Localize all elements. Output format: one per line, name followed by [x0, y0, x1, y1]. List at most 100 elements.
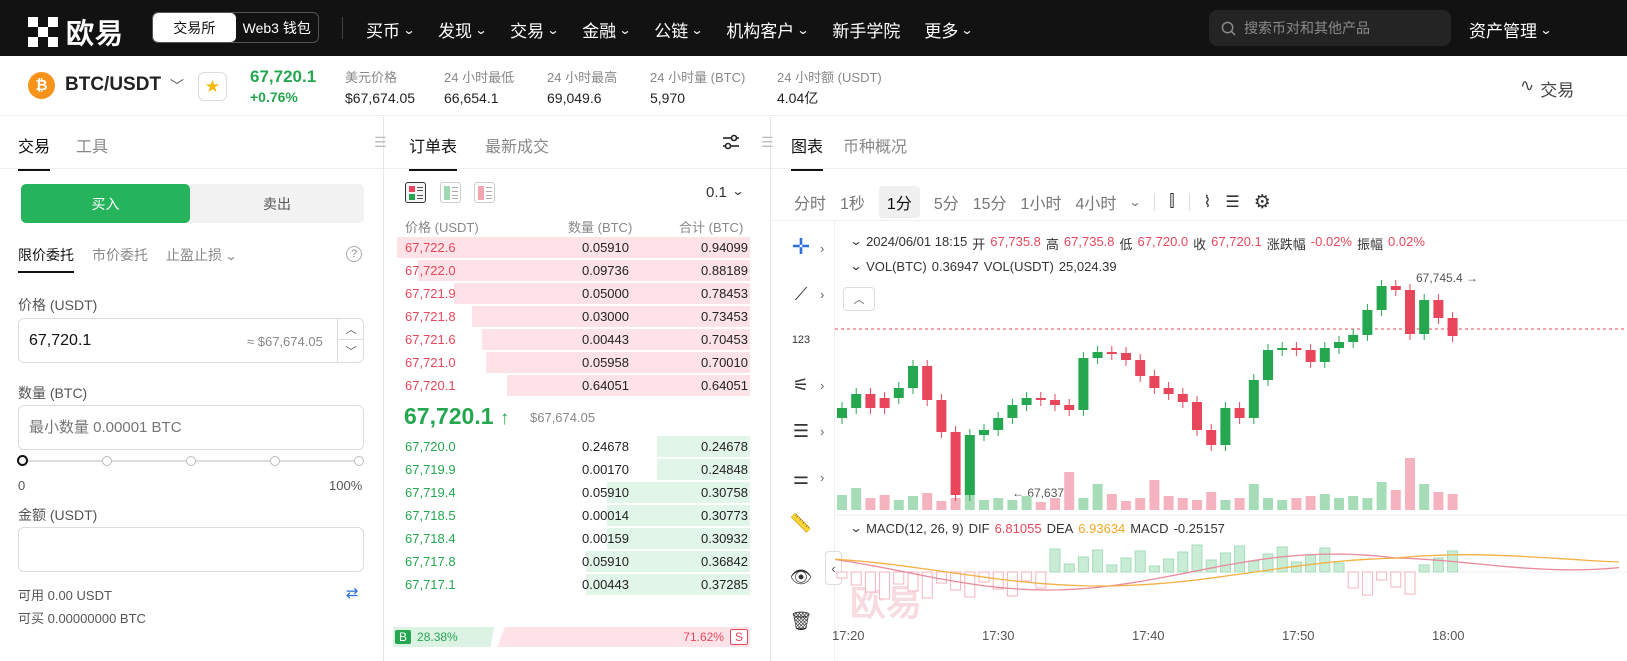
- tf-4h[interactable]: 4小时: [1075, 190, 1116, 214]
- view-bids-icon[interactable]: [440, 182, 461, 203]
- tab-coin-overview[interactable]: 币种概况: [843, 133, 907, 171]
- chevron-right-icon[interactable]: ›: [820, 378, 824, 393]
- transfer-icon[interactable]: ⇄: [346, 584, 359, 602]
- indicator-icon[interactable]: ⌇: [1204, 192, 1212, 212]
- ask-qty: 0.09736: [582, 263, 629, 278]
- fib-icon[interactable]: ⚟: [786, 370, 816, 400]
- nav-item-discover[interactable]: 发现 ⌄: [438, 17, 488, 42]
- candle-type-icon[interactable]: ⫿: [1169, 193, 1174, 211]
- layout-list-icon[interactable]: ☰: [1225, 192, 1239, 212]
- ask-row[interactable]: 67,720.1 0.64051 0.64051: [393, 374, 750, 397]
- buy-button[interactable]: 买入: [21, 184, 190, 223]
- chevron-right-icon[interactable]: ›: [820, 241, 824, 256]
- slider-stop[interactable]: [270, 456, 280, 466]
- sell-button[interactable]: 卖出: [190, 184, 364, 223]
- chart-settings-icon[interactable]: ⚙: [1254, 191, 1271, 214]
- chevron-down-icon[interactable]: ⌄: [849, 234, 862, 253]
- candlestick-chart[interactable]: [835, 270, 1627, 661]
- tab-tp-sl[interactable]: 止盈止损 ⌄: [166, 245, 237, 273]
- slider-stop[interactable]: [102, 456, 112, 466]
- drag-handle-icon[interactable]: ☰: [374, 134, 387, 151]
- tf-line[interactable]: 分时: [794, 190, 826, 214]
- assets-menu[interactable]: 资产管理 ⌄: [1469, 17, 1553, 42]
- price-input[interactable]: 67,720.1 ≈ $67,674.05 ︿ ﹀: [18, 318, 364, 363]
- bid-row[interactable]: 67,717.1 0.00443 0.37285: [393, 573, 750, 596]
- chevron-right-icon[interactable]: ›: [820, 470, 824, 485]
- nav-item-chain[interactable]: 公链 ⌄: [654, 17, 704, 42]
- ask-row[interactable]: 67,722.6 0.05910 0.94099: [393, 236, 750, 259]
- drag-handle-icon[interactable]: ☰: [761, 134, 774, 151]
- tab-tools[interactable]: 工具: [76, 133, 108, 171]
- mid-price[interactable]: 67,720.1 ↑: [404, 403, 509, 430]
- tf-1h[interactable]: 1小时: [1021, 190, 1062, 214]
- okx-logo[interactable]: 欧易: [28, 12, 124, 52]
- view-asks-icon[interactable]: [474, 182, 495, 203]
- tab-trade[interactable]: 交易: [18, 133, 51, 171]
- lines-icon[interactable]: ☰: [786, 416, 816, 446]
- chevron-up-icon[interactable]: ︿: [338, 319, 364, 340]
- time-tick-label: 17:40: [1132, 628, 1165, 643]
- favorite-star-icon[interactable]: ★: [198, 72, 227, 101]
- nav-item-buy-crypto[interactable]: 买币 ⌄: [366, 17, 416, 42]
- slider-stop[interactable]: [354, 456, 364, 466]
- btc-coin-icon: ₿: [28, 72, 55, 99]
- crosshair-icon[interactable]: ✛: [786, 232, 816, 262]
- settings-sliders-icon[interactable]: [721, 133, 741, 156]
- tab-chart[interactable]: 图表: [791, 133, 824, 171]
- ask-qty: 0.05000: [582, 286, 629, 301]
- ask-row[interactable]: 67,721.6 0.00443 0.70453: [393, 328, 750, 351]
- precision-select[interactable]: 0.1 ⌄: [706, 184, 744, 201]
- pattern-icon[interactable]: ⚌: [786, 463, 816, 493]
- bid-row[interactable]: 67,720.0 0.24678 0.24678: [393, 435, 750, 458]
- bid-row[interactable]: 67,718.4 0.00159 0.30932: [393, 527, 750, 550]
- bid-row[interactable]: 67,717.8 0.05910 0.36842: [393, 550, 750, 573]
- candle-body: [1305, 350, 1316, 362]
- chevron-down-icon[interactable]: ﹀: [170, 76, 184, 96]
- tab-orderbook[interactable]: 订单表: [409, 133, 458, 171]
- pair-selector[interactable]: BTC/USDT: [65, 74, 161, 96]
- chevron-down-icon[interactable]: ⌄: [1129, 195, 1142, 209]
- ruler-icon[interactable]: 📏: [786, 508, 816, 538]
- bid-qty: 0.00159: [582, 531, 629, 546]
- tab-recent-trades[interactable]: 最新成交: [485, 133, 549, 171]
- bid-row[interactable]: 67,719.4 0.05910 0.30758: [393, 481, 750, 504]
- price-label-icon[interactable]: 123: [786, 325, 816, 355]
- tf-1s[interactable]: 1秒: [840, 190, 865, 214]
- chevron-down-icon[interactable]: ﹀: [338, 340, 364, 361]
- nav-item-trade[interactable]: 交易 ⌄: [510, 17, 560, 42]
- macd-histogram-bar: [1191, 544, 1203, 573]
- bid-row[interactable]: 67,718.5 0.00014 0.30773: [393, 504, 750, 527]
- trash-icon[interactable]: 🗑: [786, 606, 816, 636]
- slider-handle[interactable]: [17, 455, 28, 466]
- chevron-right-icon[interactable]: ›: [820, 424, 824, 439]
- slider-stop[interactable]: [186, 456, 196, 466]
- macd-histogram-bar: [1021, 571, 1033, 582]
- tab-limit-order[interactable]: 限价委托: [18, 245, 74, 273]
- help-icon[interactable]: ?: [346, 246, 362, 262]
- tab-market-order[interactable]: 市价委托: [92, 245, 148, 273]
- ask-row[interactable]: 67,721.8 0.03000 0.73453: [393, 305, 750, 328]
- ask-row[interactable]: 67,722.0 0.09736 0.88189: [393, 259, 750, 282]
- trade-mode-button[interactable]: ∿ 交易: [1520, 76, 1574, 101]
- amount-input[interactable]: [18, 527, 364, 572]
- qty-input[interactable]: [18, 405, 364, 450]
- tf-1m[interactable]: 1分: [878, 186, 920, 218]
- bid-row[interactable]: 67,719.9 0.00170 0.24848: [393, 458, 750, 481]
- ask-total: 0.73453: [701, 309, 748, 324]
- tf-15m[interactable]: 15分: [973, 190, 1007, 214]
- exchange-mode-button[interactable]: 交易所: [153, 13, 236, 42]
- nav-item-institutional[interactable]: 机构客户 ⌄: [726, 17, 810, 42]
- nav-item-finance[interactable]: 金融 ⌄: [582, 17, 632, 42]
- web3-wallet-button[interactable]: Web3 钱包: [236, 13, 319, 42]
- chevron-right-icon[interactable]: ›: [820, 287, 824, 302]
- nav-item-more[interactable]: 更多 ⌄: [924, 17, 974, 42]
- tf-5m[interactable]: 5分: [934, 190, 959, 214]
- trendline-icon[interactable]: ⟋: [786, 279, 816, 309]
- nav-item-academy[interactable]: 新手学院: [832, 17, 900, 42]
- search-box[interactable]: 搜索币对和其他产品: [1209, 10, 1451, 46]
- macd-histogram-bar: [1333, 562, 1345, 573]
- ask-row[interactable]: 67,721.0 0.05958 0.70010: [393, 351, 750, 374]
- eye-icon[interactable]: 👁: [786, 562, 816, 592]
- view-both-icon[interactable]: [405, 182, 426, 203]
- ask-row[interactable]: 67,721.9 0.05000 0.78453: [393, 282, 750, 305]
